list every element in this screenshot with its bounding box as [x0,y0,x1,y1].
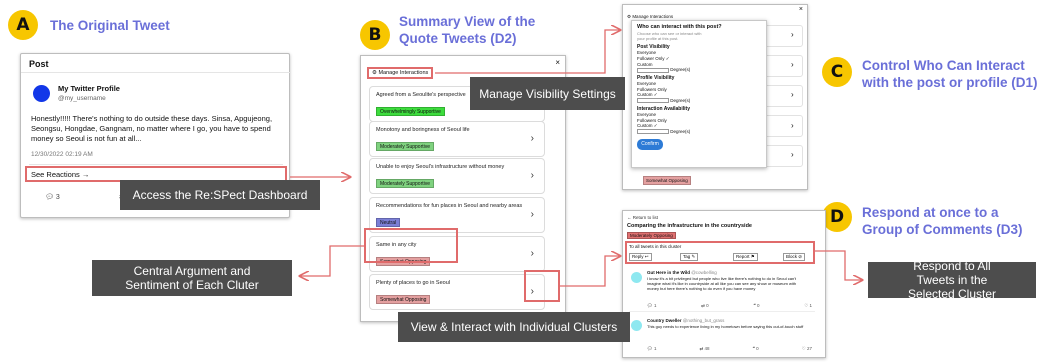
connector-arrows [290,0,1043,287]
